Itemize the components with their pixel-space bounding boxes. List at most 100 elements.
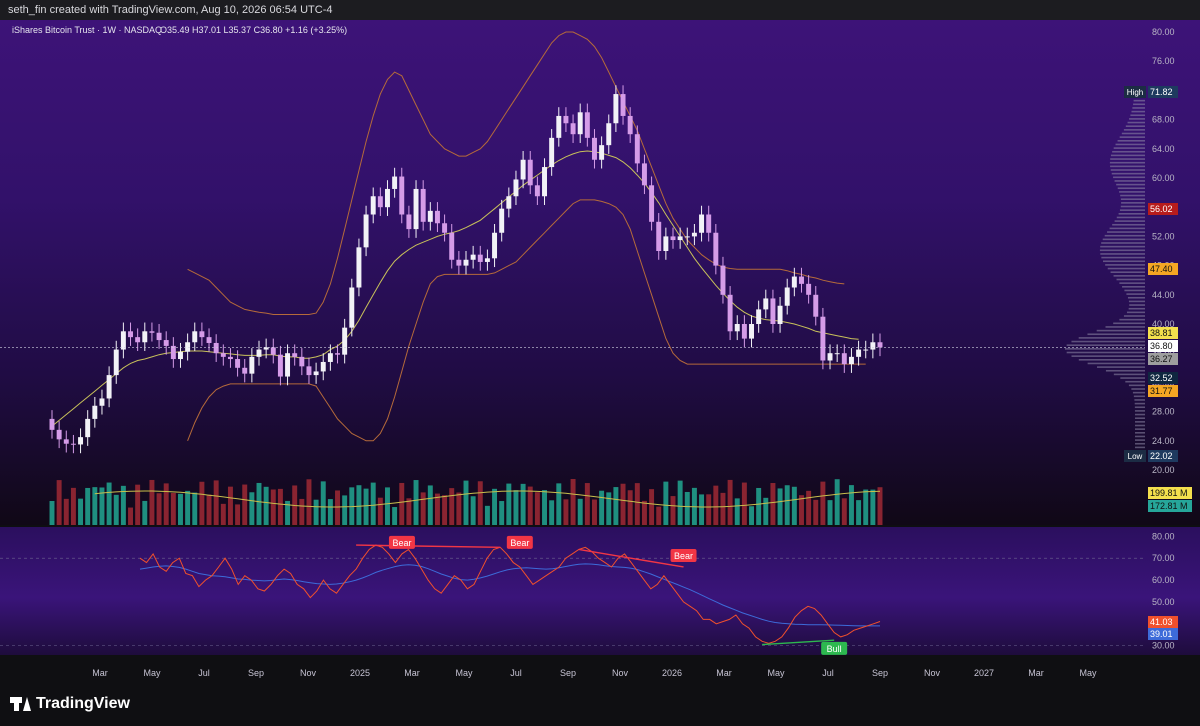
volume-bar <box>227 486 233 525</box>
profile-bar <box>1116 216 1145 219</box>
rsi-tick-label: 70.00 <box>1152 553 1175 563</box>
profile-bar <box>1123 129 1145 131</box>
profile-bar <box>1112 223 1145 226</box>
axis-price-tag: 56.02 <box>1148 203 1178 215</box>
volume-bar <box>727 479 733 525</box>
candle-body <box>142 331 148 343</box>
volume-bar <box>92 487 98 525</box>
volume-bars <box>49 479 883 525</box>
candle-body <box>799 276 804 284</box>
candle-body <box>713 232 719 266</box>
rsi-tick-label: 50.00 <box>1152 597 1175 607</box>
volume-bar <box>791 486 797 525</box>
volume-bar <box>799 495 804 525</box>
axis-price-tag: High 71.82 <box>1124 86 1178 98</box>
volume-bar <box>770 483 776 525</box>
volume-bar <box>377 497 383 525</box>
axis-tag-value: 172.81 M <box>1150 501 1188 511</box>
time-tick-label: Jul <box>510 668 522 678</box>
volume-bar <box>363 488 369 525</box>
time-tick-label: May <box>767 668 785 678</box>
volume-bar <box>670 496 676 525</box>
volume-bar <box>506 483 512 525</box>
volume-profile <box>1064 92 1145 456</box>
candle-body <box>734 324 740 332</box>
candle-body <box>720 265 726 295</box>
volume-bar <box>220 503 226 525</box>
candle-body <box>385 188 390 208</box>
volume-bar <box>784 485 790 525</box>
candle-body <box>684 236 690 238</box>
time-tick-label: Nov <box>924 668 941 678</box>
price-tick-label: 80.00 <box>1152 27 1175 37</box>
candle-body <box>641 163 647 186</box>
candle-body <box>706 214 712 233</box>
volume-bar <box>206 494 212 525</box>
candle-body <box>534 185 540 197</box>
profile-bar <box>1135 442 1145 445</box>
volume-bar <box>263 486 269 525</box>
profile-bar <box>1119 282 1145 284</box>
volume-bar <box>584 483 590 525</box>
volume-bar <box>699 494 705 525</box>
candle-body <box>691 232 697 237</box>
profile-bar <box>1120 194 1145 197</box>
profile-bar <box>1130 114 1145 117</box>
candle-body <box>178 351 183 360</box>
chart-canvas[interactable]: iShares Bitcoin Trust · 1W · NASDAQ O35.… <box>0 0 1200 726</box>
candle-body <box>449 232 455 260</box>
time-tick-label: 2025 <box>350 668 370 678</box>
profile-bar <box>1114 180 1145 182</box>
volume-bar <box>320 481 326 525</box>
candle-body <box>599 145 605 160</box>
profile-bar <box>1134 424 1145 427</box>
candle-body <box>613 94 619 124</box>
candle-body <box>848 356 854 365</box>
candle-body <box>199 331 205 338</box>
candle-body <box>456 259 462 266</box>
profile-bar <box>1134 428 1145 430</box>
candle-body <box>677 236 683 241</box>
volume-bar <box>156 493 162 525</box>
volume-bar <box>656 506 662 525</box>
axis-price-tag: 38.81 <box>1148 327 1178 339</box>
candle-body <box>806 283 812 295</box>
candle-body <box>192 331 198 343</box>
profile-bar <box>1120 377 1145 379</box>
volume-bar <box>477 481 483 525</box>
candle-body <box>484 258 490 262</box>
bollinger-bands <box>51 31 866 442</box>
candle-body <box>492 232 498 259</box>
volume-bar <box>649 489 655 525</box>
volume-bar <box>128 507 133 525</box>
volume-bar <box>763 497 769 525</box>
tradingview-logo-icon <box>10 697 31 711</box>
profile-bar <box>1117 140 1145 142</box>
candle-body <box>756 309 762 324</box>
candle-body <box>663 236 669 251</box>
profile-bar <box>1134 399 1145 401</box>
brand[interactable]: TradingView <box>10 695 130 713</box>
time-tick-label: May <box>143 668 161 678</box>
candle-body <box>406 214 412 230</box>
volume-bar <box>149 479 155 525</box>
profile-bar <box>1116 278 1145 281</box>
price-tick-label: 52.00 <box>1152 231 1175 241</box>
candle-body <box>784 287 790 306</box>
legend-symbol: iShares Bitcoin Trust · 1W · NASDAQ <box>12 25 162 35</box>
volume-bar <box>413 480 419 525</box>
profile-bar <box>1135 439 1145 441</box>
candle-body <box>235 359 241 368</box>
profile-bar <box>1113 373 1145 376</box>
rsi-axis-tag: 41.03 <box>1148 616 1178 628</box>
rsi-tick-label: 80.00 <box>1152 531 1175 541</box>
volume-bar <box>542 490 547 525</box>
profile-bar <box>1071 355 1145 357</box>
profile-bar <box>1116 183 1145 186</box>
candle-body <box>213 342 219 354</box>
volume-bar <box>570 479 576 525</box>
profile-bar <box>1119 136 1145 138</box>
candle-body <box>620 94 626 116</box>
divergence-label: Bear <box>506 535 533 549</box>
divergence-label-text: Bear <box>510 538 529 548</box>
